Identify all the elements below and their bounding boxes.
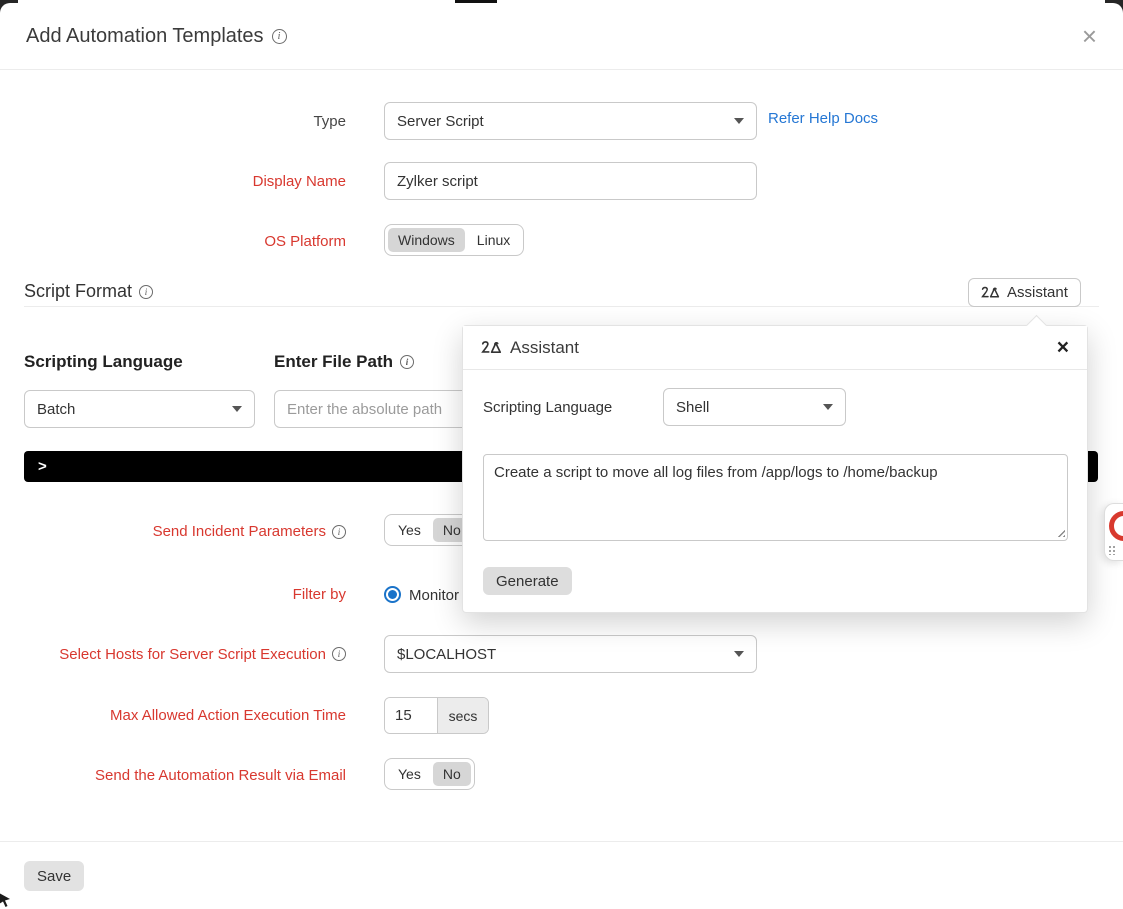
assistant-prompt-textarea[interactable]: Create a script to move all log files fr… bbox=[483, 454, 1068, 541]
max-execution-time-label-text: Max Allowed Action Execution Time bbox=[110, 707, 346, 724]
type-select-value: Server Script bbox=[397, 113, 484, 130]
scripting-language-select-value: Batch bbox=[37, 401, 75, 418]
assistant-popup-title: Assistant bbox=[510, 338, 579, 358]
select-hosts-info-icon[interactable]: i bbox=[332, 647, 346, 661]
assistant-popup: Assistant × Scripting Language Shell Cre… bbox=[462, 325, 1088, 613]
email-result-yes[interactable]: Yes bbox=[388, 762, 431, 786]
assistant-scripting-language-row: Scripting Language Shell bbox=[483, 388, 1067, 426]
dialog-title-text: Add Automation Templates bbox=[26, 25, 264, 48]
assistant-prompt-wrap: Create a script to move all log files fr… bbox=[483, 454, 1068, 541]
send-incident-parameters-label: Send Incident Parameters i bbox=[24, 514, 346, 549]
assistant-scripting-language-label: Scripting Language bbox=[483, 399, 663, 416]
os-platform-label: OS Platform bbox=[24, 224, 346, 259]
title-info-icon[interactable]: i bbox=[272, 29, 287, 44]
email-result-toggle: Yes No bbox=[384, 758, 475, 790]
max-execution-time-label: Max Allowed Action Execution Time bbox=[24, 697, 346, 734]
scripting-language-heading: Scripting Language bbox=[24, 352, 183, 372]
drag-handle-dots-icon[interactable] bbox=[1108, 545, 1117, 555]
display-name-label: Display Name bbox=[24, 162, 346, 200]
footer-divider bbox=[0, 841, 1123, 842]
script-format-heading: Script Format i bbox=[24, 281, 153, 302]
scripting-language-select[interactable]: Batch bbox=[24, 390, 255, 428]
max-execution-time-input[interactable] bbox=[385, 698, 437, 733]
assistant-scripting-language-value: Shell bbox=[676, 399, 709, 416]
select-hosts-label-text: Select Hosts for Server Script Execution bbox=[59, 646, 326, 663]
record-ring-icon bbox=[1109, 511, 1123, 541]
chevron-down-icon bbox=[734, 651, 744, 657]
zia-assistant-icon bbox=[481, 340, 502, 356]
script-format-heading-text: Script Format bbox=[24, 281, 132, 302]
file-path-heading-text: Enter File Path bbox=[274, 352, 393, 372]
refer-help-docs-link[interactable]: Refer Help Docs bbox=[768, 110, 878, 127]
os-option-windows[interactable]: Windows bbox=[388, 228, 465, 252]
mouse-cursor-icon bbox=[0, 891, 14, 909]
dialog-close-icon[interactable]: × bbox=[1082, 23, 1097, 49]
max-execution-time-unit: secs bbox=[437, 698, 488, 733]
assistant-button-label: Assistant bbox=[1007, 284, 1068, 301]
terminal-prompt-icon: > bbox=[38, 458, 47, 475]
save-button[interactable]: Save bbox=[24, 861, 84, 891]
assistant-popup-close-icon[interactable]: × bbox=[1057, 337, 1069, 358]
display-name-label-text: Display Name bbox=[253, 173, 346, 190]
file-path-info-icon[interactable]: i bbox=[400, 355, 414, 369]
email-result-label-text: Send the Automation Result via Email bbox=[95, 767, 346, 784]
max-execution-time-group: secs bbox=[384, 697, 489, 734]
zia-assistant-icon bbox=[981, 286, 1000, 300]
os-option-linux[interactable]: Linux bbox=[467, 228, 520, 252]
type-select[interactable]: Server Script bbox=[384, 102, 757, 140]
file-path-heading: Enter File Path i bbox=[274, 352, 414, 372]
filter-by-label-text: Filter by bbox=[293, 586, 346, 603]
email-result-label: Send the Automation Result via Email bbox=[24, 758, 346, 793]
floating-widget[interactable] bbox=[1104, 503, 1123, 561]
select-hosts-label: Select Hosts for Server Script Execution… bbox=[24, 635, 346, 673]
dialog-title: Add Automation Templates i bbox=[26, 25, 287, 48]
send-incident-parameters-label-text: Send Incident Parameters bbox=[153, 523, 326, 540]
filter-monitor-radio-label[interactable]: Monitor bbox=[409, 587, 459, 604]
script-format-info-icon[interactable]: i bbox=[139, 285, 153, 299]
type-label-text: Type bbox=[313, 113, 346, 130]
send-incident-yes[interactable]: Yes bbox=[388, 518, 431, 542]
assistant-popup-header: Assistant × bbox=[463, 326, 1087, 370]
assistant-button[interactable]: Assistant bbox=[968, 278, 1081, 307]
filter-by-label: Filter by bbox=[24, 577, 346, 611]
scripting-language-heading-text: Scripting Language bbox=[24, 352, 183, 372]
type-label: Type bbox=[24, 102, 346, 140]
filter-monitor-radio[interactable] bbox=[384, 586, 401, 603]
display-name-input[interactable] bbox=[384, 162, 757, 200]
script-format-divider bbox=[24, 306, 1099, 307]
chevron-down-icon bbox=[823, 404, 833, 410]
add-automation-templates-dialog: Add Automation Templates i × Type Server… bbox=[0, 3, 1123, 906]
send-incident-info-icon[interactable]: i bbox=[332, 525, 346, 539]
email-result-no[interactable]: No bbox=[433, 762, 471, 786]
select-hosts-select[interactable]: $LOCALHOST bbox=[384, 635, 757, 673]
os-platform-label-text: OS Platform bbox=[264, 233, 346, 250]
os-platform-toggle: Windows Linux bbox=[384, 224, 524, 256]
select-hosts-select-value: $LOCALHOST bbox=[397, 646, 496, 663]
generate-button[interactable]: Generate bbox=[483, 567, 572, 595]
assistant-scripting-language-select[interactable]: Shell bbox=[663, 388, 846, 426]
chevron-down-icon bbox=[734, 118, 744, 124]
dialog-header: Add Automation Templates i × bbox=[0, 3, 1123, 70]
chevron-down-icon bbox=[232, 406, 242, 412]
